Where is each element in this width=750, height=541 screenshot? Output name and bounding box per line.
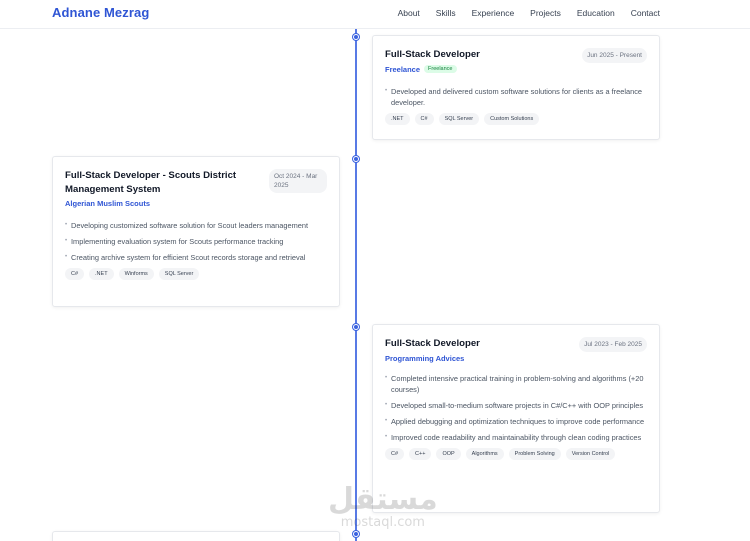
timeline-dot	[353, 324, 359, 330]
experience-card: Full-Stack Developer Freelance Freelance…	[372, 35, 660, 140]
tech-tag: Problem Solving	[508, 448, 561, 460]
list-item: Applied debugging and optimization techn…	[385, 416, 647, 428]
tech-tag: Algorithms	[465, 448, 504, 460]
watermark-arabic: مستقل	[328, 482, 438, 517]
experience-card: Full-Stack Developer - Scouts District M…	[52, 156, 340, 307]
timeline-line	[355, 29, 357, 541]
timeline-dot	[353, 34, 359, 40]
job-title: Full-Stack Developer - Scouts District M…	[65, 170, 237, 195]
list-item: Developing customized software solution …	[65, 220, 327, 232]
nav-contact[interactable]: Contact	[631, 8, 660, 18]
responsibility-list: Developed and delivered custom software …	[385, 86, 647, 109]
tech-tag: SQL Server	[158, 268, 200, 280]
list-item: Completed intensive practical training i…	[385, 373, 647, 396]
company-name: Algerian Muslim Scouts	[65, 199, 327, 208]
responsibility-list: Completed intensive practical training i…	[385, 373, 647, 444]
freelance-badge: Freelance	[424, 65, 457, 73]
tech-tag: C#	[385, 448, 405, 460]
nav-experience[interactable]: Experience	[472, 8, 515, 18]
company-label: Freelance	[385, 64, 421, 74]
company-label: Programming Advices	[385, 353, 465, 363]
experience-card	[52, 531, 340, 541]
tech-tags: .NET C# SQL Server Custom Solutions	[385, 113, 647, 125]
site-header: Adnane Mezrag About Skills Experience Pr…	[0, 0, 750, 29]
brand-logo[interactable]: Adnane Mezrag	[52, 5, 149, 20]
tech-tag: .NET	[385, 113, 410, 125]
company-name: Programming Advices	[385, 354, 647, 363]
list-item: Improved code readability and maintainab…	[385, 432, 647, 444]
company-name: Freelance Freelance	[385, 65, 647, 74]
nav-skills[interactable]: Skills	[436, 8, 456, 18]
tech-tags: C# C++ OOP Algorithms Problem Solving Ve…	[385, 448, 647, 460]
tech-tag: C++	[409, 448, 432, 460]
list-item: Creating archive system for efficient Sc…	[65, 252, 327, 264]
tech-tag: C#	[65, 268, 85, 280]
list-item: Developed and delivered custom software …	[385, 86, 647, 109]
list-item: Implementing evaluation system for Scout…	[65, 236, 327, 248]
timeline-dot	[353, 531, 359, 537]
tech-tag: Winforms	[118, 268, 154, 280]
timeline-dot	[353, 156, 359, 162]
tech-tags: C# .NET Winforms SQL Server	[65, 268, 327, 280]
nav-education[interactable]: Education	[577, 8, 615, 18]
responsibility-list: Developing customized software solution …	[65, 220, 327, 264]
tech-tag: Version Control	[565, 448, 616, 460]
tech-tag: .NET	[89, 268, 114, 280]
watermark-latin: mostaql.com	[340, 515, 425, 530]
date-badge: Jun 2025 - Present	[582, 48, 647, 63]
list-item: Developed small-to-medium software proje…	[385, 400, 647, 412]
main-nav: About Skills Experience Projects Educati…	[398, 8, 660, 18]
tech-tag: SQL Server	[438, 113, 480, 125]
tech-tag: Custom Solutions	[484, 113, 540, 125]
tech-tag: C#	[414, 113, 434, 125]
date-badge: Jul 2023 - Feb 2025	[579, 337, 647, 352]
tech-tag: OOP	[436, 448, 461, 460]
nav-projects[interactable]: Projects	[530, 8, 561, 18]
company-label: Algerian Muslim Scouts	[65, 199, 151, 208]
mostaql-watermark: مستقل mostaql.com	[328, 482, 438, 530]
nav-about[interactable]: About	[398, 8, 420, 18]
date-badge: Oct 2024 - Mar 2025	[269, 169, 327, 193]
